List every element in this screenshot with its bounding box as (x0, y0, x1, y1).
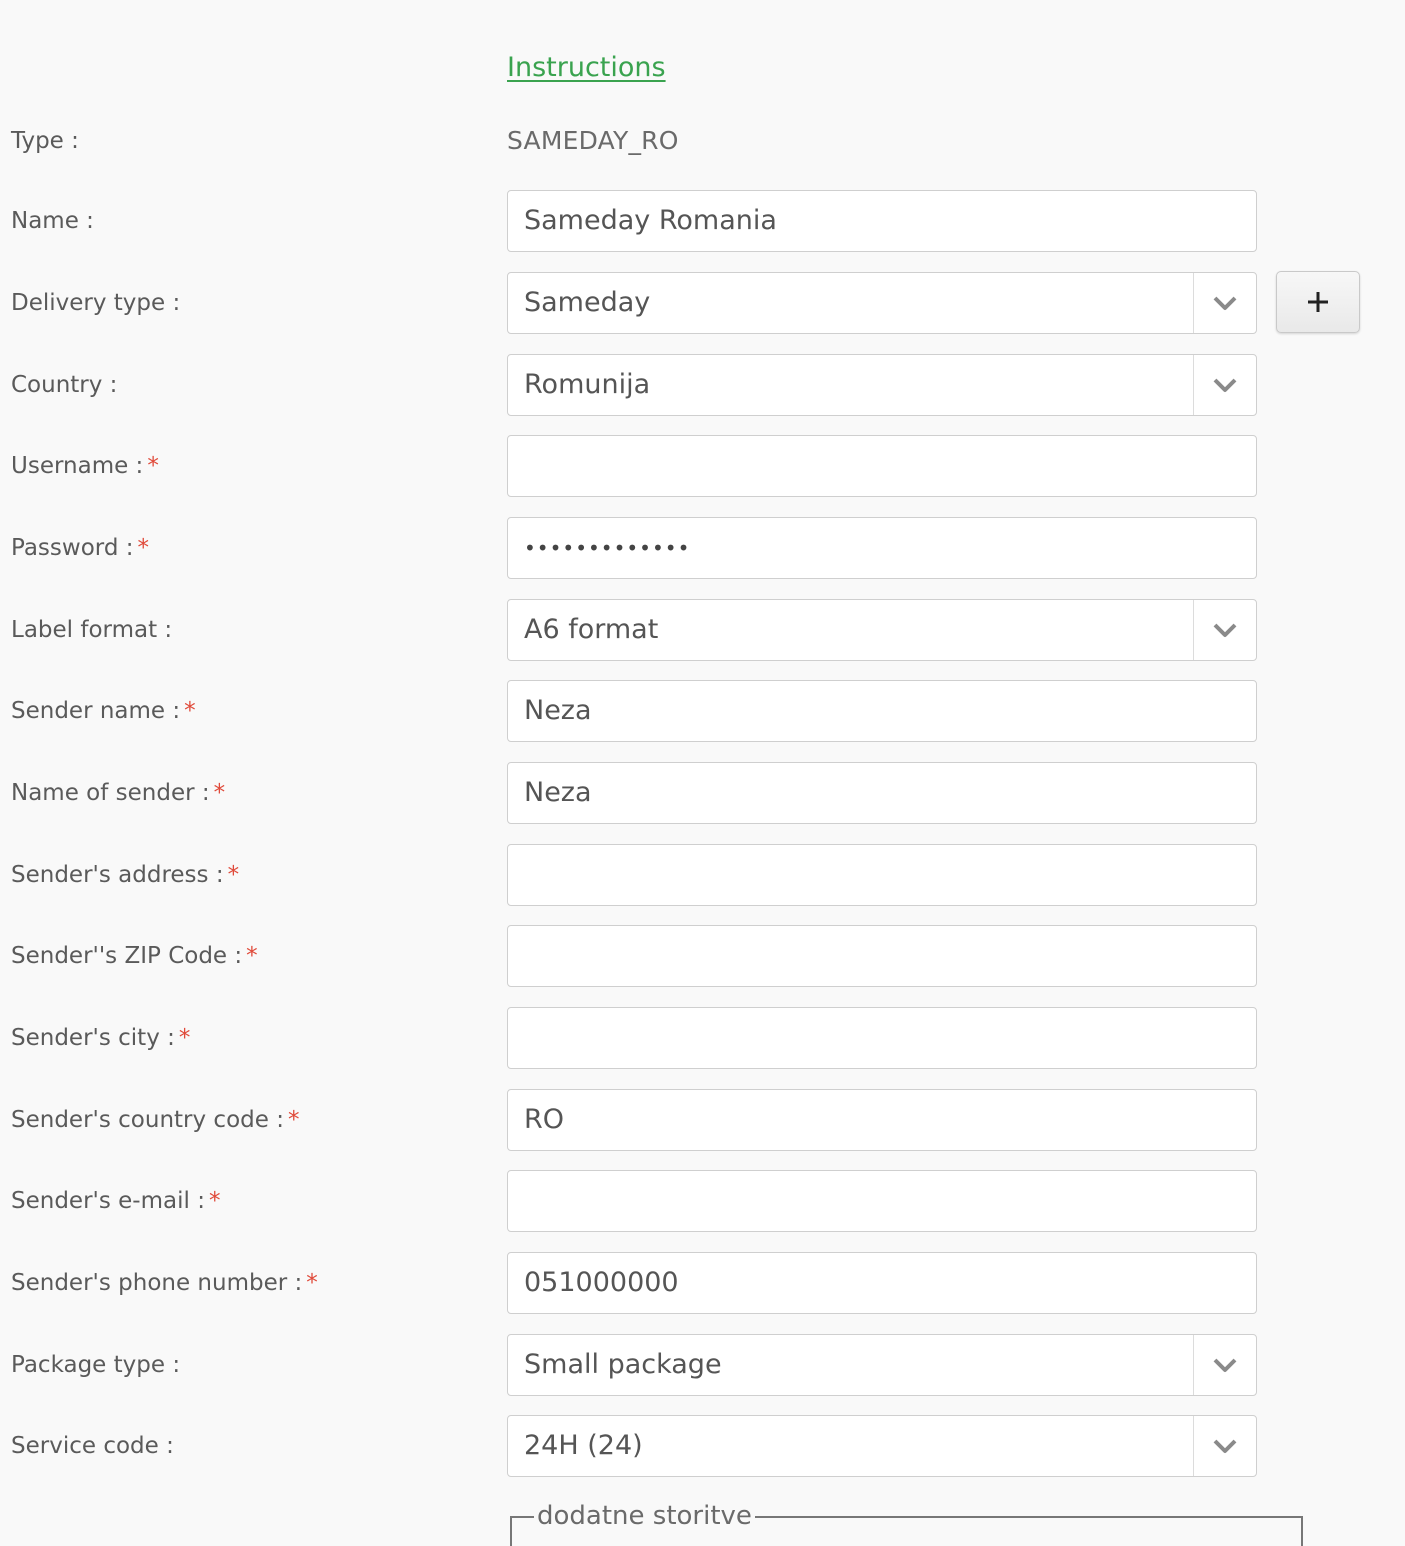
label-format-select[interactable]: A6 format (507, 599, 1257, 661)
row-service-code: Service code : 24H (24) (0, 1415, 1405, 1477)
row-sender-email: Sender's e-mail : * (0, 1170, 1405, 1232)
row-sender-zip: Sender''s ZIP Code : * (0, 925, 1405, 987)
plus-icon (1308, 292, 1328, 312)
required-marker: * (178, 1025, 191, 1051)
sender-city-input[interactable] (507, 1007, 1257, 1069)
package-type-dropdown-toggle[interactable] (1193, 1335, 1256, 1395)
sender-name-label: Sender name : * (11, 698, 196, 724)
row-password: Password : * ••••••••••••• (0, 517, 1405, 579)
country-label: Country : (11, 372, 118, 398)
row-username: Username : * (0, 435, 1405, 497)
type-label: Type : (11, 128, 79, 154)
sender-email-label: Sender's e-mail : * (11, 1188, 221, 1214)
row-package-type: Package type : Small package (0, 1334, 1405, 1396)
type-value: SAMEDAY_RO (507, 126, 679, 155)
required-marker: * (208, 1188, 221, 1214)
row-label-format: Label format : A6 format (0, 599, 1405, 661)
name-of-sender-input-value: Neza (524, 777, 592, 808)
label-format-selected-value: A6 format (524, 614, 659, 645)
label-format-dropdown-toggle[interactable] (1193, 600, 1256, 660)
password-label: Password : * (11, 535, 150, 561)
additional-services-fieldset: dodatne storitve (510, 1501, 1303, 1546)
password-input[interactable]: ••••••••••••• (507, 517, 1257, 579)
instructions-link[interactable]: Instructions (507, 52, 666, 83)
package-type-selected-value: Small package (524, 1349, 722, 1380)
sender-phone-label: Sender's phone number : * (11, 1270, 318, 1296)
service-code-dropdown-toggle[interactable] (1193, 1416, 1256, 1476)
required-marker: * (246, 943, 258, 969)
sender-name-input[interactable]: Neza (507, 680, 1257, 742)
service-code-selected-value: 24H (24) (524, 1430, 643, 1461)
required-marker: * (184, 698, 196, 724)
service-code-select[interactable]: 24H (24) (507, 1415, 1257, 1477)
username-label: Username : * (11, 453, 159, 479)
sender-address-input[interactable] (507, 844, 1257, 906)
sender-phone-input-value: 051000000 (524, 1267, 679, 1298)
sender-address-label: Sender's address : * (11, 862, 240, 888)
name-of-sender-input[interactable]: Neza (507, 762, 1257, 824)
sender-zip-input[interactable] (507, 925, 1257, 987)
chevron-down-icon (1213, 623, 1237, 637)
required-marker: * (147, 453, 159, 479)
sender-country-code-input-value: RO (524, 1104, 565, 1135)
additional-services-legend: dodatne storitve (534, 1501, 755, 1531)
required-marker: * (227, 862, 240, 888)
delivery-type-select[interactable]: Sameday (507, 272, 1257, 334)
service-code-label: Service code : (11, 1433, 174, 1459)
delivery-type-label: Delivery type : (11, 290, 181, 316)
sender-name-input-value: Neza (524, 695, 592, 726)
row-sender-country-code: Sender's country code : * RO (0, 1089, 1405, 1151)
package-type-select[interactable]: Small package (507, 1334, 1257, 1396)
label-format-label: Label format : (11, 617, 173, 643)
delivery-type-dropdown-toggle[interactable] (1193, 273, 1256, 333)
delivery-type-selected-value: Sameday (524, 287, 651, 318)
password-input-value: ••••••••••••• (524, 536, 691, 560)
required-marker: * (306, 1270, 318, 1296)
row-name: Name : Sameday Romania (0, 190, 1405, 252)
sender-country-code-input[interactable]: RO (507, 1089, 1257, 1151)
chevron-down-icon (1213, 378, 1237, 392)
country-dropdown-toggle[interactable] (1193, 355, 1256, 415)
name-label: Name : (11, 208, 94, 234)
country-select[interactable]: Romunija (507, 354, 1257, 416)
chevron-down-icon (1213, 296, 1237, 310)
sender-zip-label: Sender''s ZIP Code : * (11, 943, 258, 969)
name-of-sender-label: Name of sender : * (11, 780, 226, 806)
sender-email-input[interactable] (507, 1170, 1257, 1232)
sender-city-label: Sender's city : * (11, 1025, 191, 1051)
required-marker: * (213, 780, 226, 806)
add-delivery-type-button[interactable] (1276, 271, 1360, 333)
row-type: Type : SAMEDAY_RO (0, 110, 1405, 172)
row-sender-name: Sender name : * Neza (0, 680, 1405, 742)
country-selected-value: Romunija (524, 369, 651, 400)
chevron-down-icon (1213, 1358, 1237, 1372)
row-sender-city: Sender's city : * (0, 1007, 1405, 1069)
row-name-of-sender: Name of sender : * Neza (0, 762, 1405, 824)
name-input[interactable]: Sameday Romania (507, 190, 1257, 252)
required-marker: * (287, 1107, 300, 1133)
row-sender-phone: Sender's phone number : * 051000000 (0, 1252, 1405, 1314)
row-country: Country : Romunija (0, 354, 1405, 416)
chevron-down-icon (1213, 1439, 1237, 1453)
carrier-settings-form: Instructions Type : SAMEDAY_RO Name : Sa… (0, 0, 1405, 1546)
name-input-value: Sameday Romania (524, 205, 777, 236)
username-input[interactable] (507, 435, 1257, 497)
sender-phone-input[interactable]: 051000000 (507, 1252, 1257, 1314)
package-type-label: Package type : (11, 1352, 181, 1378)
required-marker: * (137, 535, 150, 561)
sender-country-code-label: Sender's country code : * (11, 1107, 300, 1133)
row-delivery-type: Delivery type : Sameday (0, 272, 1405, 334)
row-sender-address: Sender's address : * (0, 844, 1405, 906)
